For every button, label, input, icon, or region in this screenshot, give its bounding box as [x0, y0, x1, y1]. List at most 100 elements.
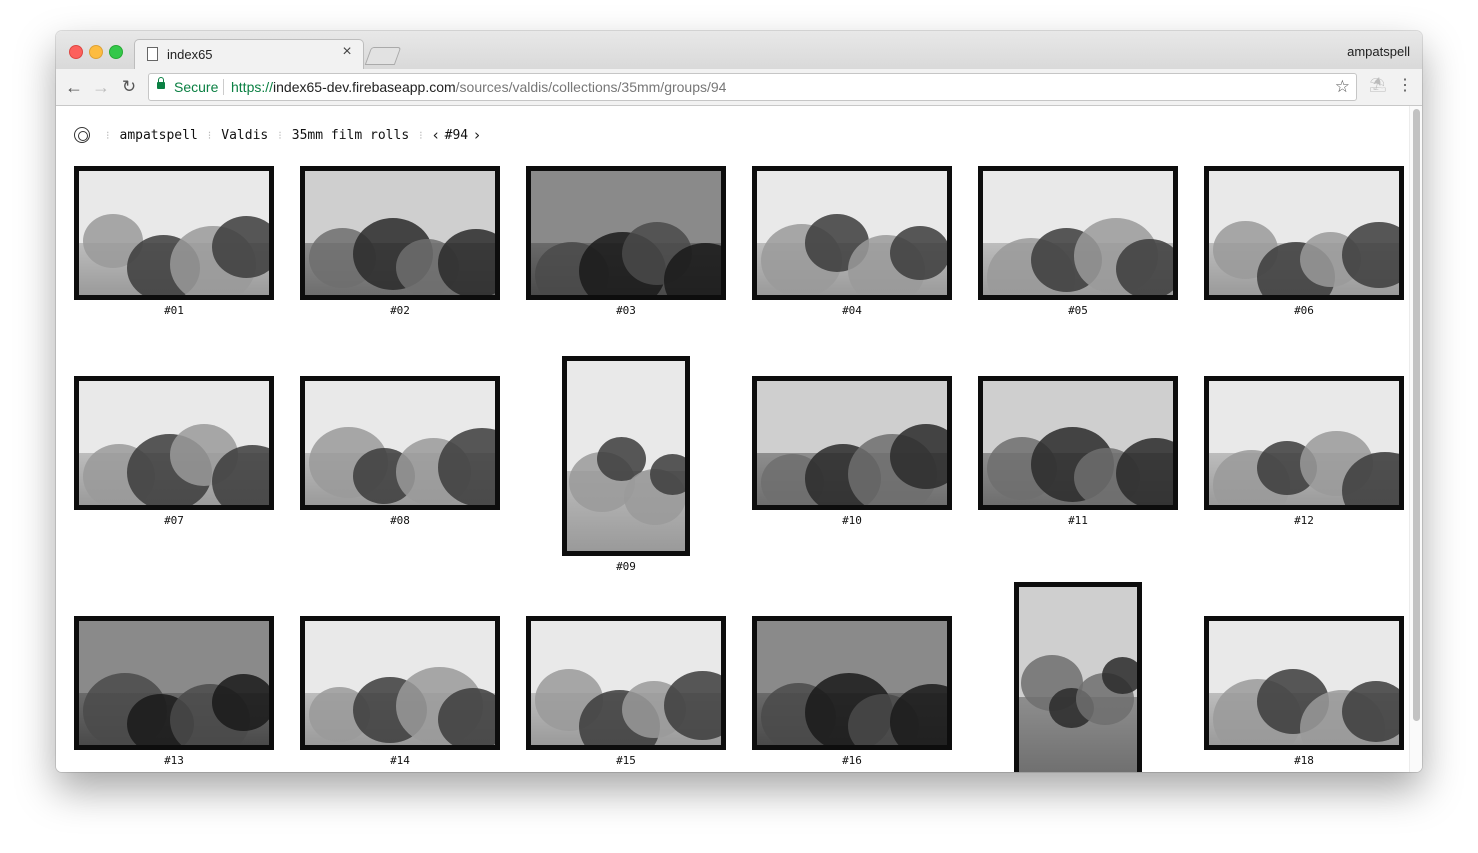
photo-thumbnail[interactable]: #11	[978, 376, 1178, 530]
photo-thumbnail[interactable]: #12	[1204, 376, 1404, 530]
photo-thumbnail[interactable]: #06	[1204, 166, 1404, 320]
extension-icon[interactable]: ⛱	[1369, 76, 1387, 93]
film-frame	[526, 166, 726, 300]
browser-menu-icon[interactable]: ⋮	[1397, 75, 1413, 97]
photo-thumbnail[interactable]: #04	[752, 166, 952, 320]
film-frame	[978, 376, 1178, 510]
photo-image	[757, 621, 947, 745]
photo-thumbnail[interactable]: #10	[752, 376, 952, 530]
breadcrumb-separator: ⁝	[106, 128, 110, 142]
photo-thumbnail[interactable]: #14	[300, 616, 500, 770]
photo-label: #11	[1068, 514, 1088, 527]
photo-label: #16	[842, 754, 862, 767]
breadcrumb-separator: ⁝	[207, 128, 212, 142]
breadcrumb-source[interactable]: Valdis	[221, 128, 268, 143]
back-arrow-icon[interactable]: ←	[63, 76, 85, 98]
photo-thumbnail[interactable]: #18	[1204, 616, 1404, 770]
photo-label: #02	[390, 304, 410, 317]
tab-close-icon[interactable]: ×	[339, 44, 355, 60]
photo-image	[983, 381, 1173, 505]
photo-thumbnail[interactable]: #07	[74, 376, 274, 530]
scrollbar-track[interactable]	[1409, 106, 1422, 772]
photo-thumbnail[interactable]: #02	[300, 166, 500, 320]
title-bar: index65 × ampatspell	[56, 31, 1422, 70]
photo-image	[79, 621, 269, 745]
photo-label: #15	[616, 754, 636, 767]
film-frame	[1204, 376, 1404, 510]
photo-image	[1209, 621, 1399, 745]
scrollbar-thumb[interactable]	[1413, 109, 1420, 721]
film-frame	[74, 166, 274, 300]
film-frame	[752, 376, 952, 510]
photo-label: #13	[164, 754, 184, 767]
previous-group-chevron-icon[interactable]: ‹	[433, 126, 439, 144]
photo-thumbnail[interactable]: #13	[74, 616, 274, 770]
secure-label: Secure	[174, 79, 219, 95]
photo-image	[1019, 587, 1137, 772]
lock-icon	[157, 77, 165, 89]
aperture-logo-icon[interactable]	[74, 127, 90, 143]
window-close-button[interactable]	[69, 45, 83, 59]
window-minimize-button[interactable]	[89, 45, 103, 59]
photo-image	[305, 171, 495, 295]
photo-image	[531, 621, 721, 745]
photo-label: #04	[842, 304, 862, 317]
photo-label: #07	[164, 514, 184, 527]
photo-image	[79, 381, 269, 505]
browser-tab[interactable]: index65 ×	[134, 39, 364, 70]
photo-thumbnail[interactable]: #16	[752, 616, 952, 770]
photo-image	[1209, 171, 1399, 295]
url-path: /sources/valdis/collections/35mm/groups/…	[455, 79, 727, 95]
address-bar[interactable]: Secure https://index65-dev.firebaseapp.c…	[148, 73, 1357, 101]
photo-label: #01	[164, 304, 184, 317]
tab-title: index65	[167, 47, 213, 62]
photo-label: #08	[390, 514, 410, 527]
breadcrumb-user[interactable]: ampatspell	[120, 128, 198, 143]
photo-thumbnail[interactable]: #17	[1014, 582, 1142, 772]
bookmark-star-icon[interactable]: ☆	[1335, 74, 1350, 100]
photo-thumbnail[interactable]: #05	[978, 166, 1178, 320]
film-frame	[300, 616, 500, 750]
film-frame	[1204, 616, 1404, 750]
browser-toolbar: ← → ↻ Secure https://index65-dev.firebas…	[56, 69, 1422, 106]
forward-arrow-icon[interactable]: →	[90, 76, 112, 98]
photo-thumbnail[interactable]: #08	[300, 376, 500, 530]
new-tab-button[interactable]	[364, 47, 402, 65]
url-text[interactable]: https://index65-dev.firebaseapp.com/sour…	[231, 74, 726, 100]
photo-label: #18	[1294, 754, 1314, 767]
film-frame	[300, 166, 500, 300]
photo-thumbnail[interactable]: #01	[74, 166, 274, 320]
breadcrumb: ⁝ ampatspell ⁝ Valdis ⁝ 35mm film rolls …	[74, 125, 486, 145]
film-frame	[1204, 166, 1404, 300]
breadcrumb-separator: ⁝	[419, 128, 423, 142]
window-maximize-button[interactable]	[109, 45, 123, 59]
profile-name[interactable]: ampatspell	[1347, 44, 1410, 59]
film-frame	[978, 166, 1178, 300]
photo-label: #03	[616, 304, 636, 317]
photo-image	[305, 621, 495, 745]
page-icon	[147, 47, 158, 61]
photo-thumbnail[interactable]: #15	[526, 616, 726, 770]
breadcrumb-separator: ⁝	[278, 128, 282, 142]
photo-image	[757, 381, 947, 505]
photo-thumbnail[interactable]: #03	[526, 166, 726, 320]
film-frame	[752, 616, 952, 750]
breadcrumb-collection[interactable]: 35mm film rolls	[292, 128, 409, 143]
photo-image	[1209, 381, 1399, 505]
photo-image	[757, 171, 947, 295]
next-group-chevron-icon[interactable]: ›	[474, 126, 480, 144]
photo-image	[79, 171, 269, 295]
url-divider	[223, 79, 224, 95]
url-host: index65-dev.firebaseapp.com	[273, 79, 456, 95]
photo-thumbnail[interactable]: #09	[562, 356, 690, 576]
film-frame	[74, 616, 274, 750]
film-frame	[1014, 582, 1142, 772]
photo-label: #05	[1068, 304, 1088, 317]
breadcrumb-group: #94	[444, 127, 469, 143]
reload-icon[interactable]: ↻	[118, 76, 140, 98]
photo-image	[983, 171, 1173, 295]
photo-image	[567, 361, 685, 551]
page-content: ⁝ ampatspell ⁝ Valdis ⁝ 35mm film rolls …	[56, 106, 1422, 772]
photo-label: #06	[1294, 304, 1314, 317]
photo-label: #12	[1294, 514, 1314, 527]
